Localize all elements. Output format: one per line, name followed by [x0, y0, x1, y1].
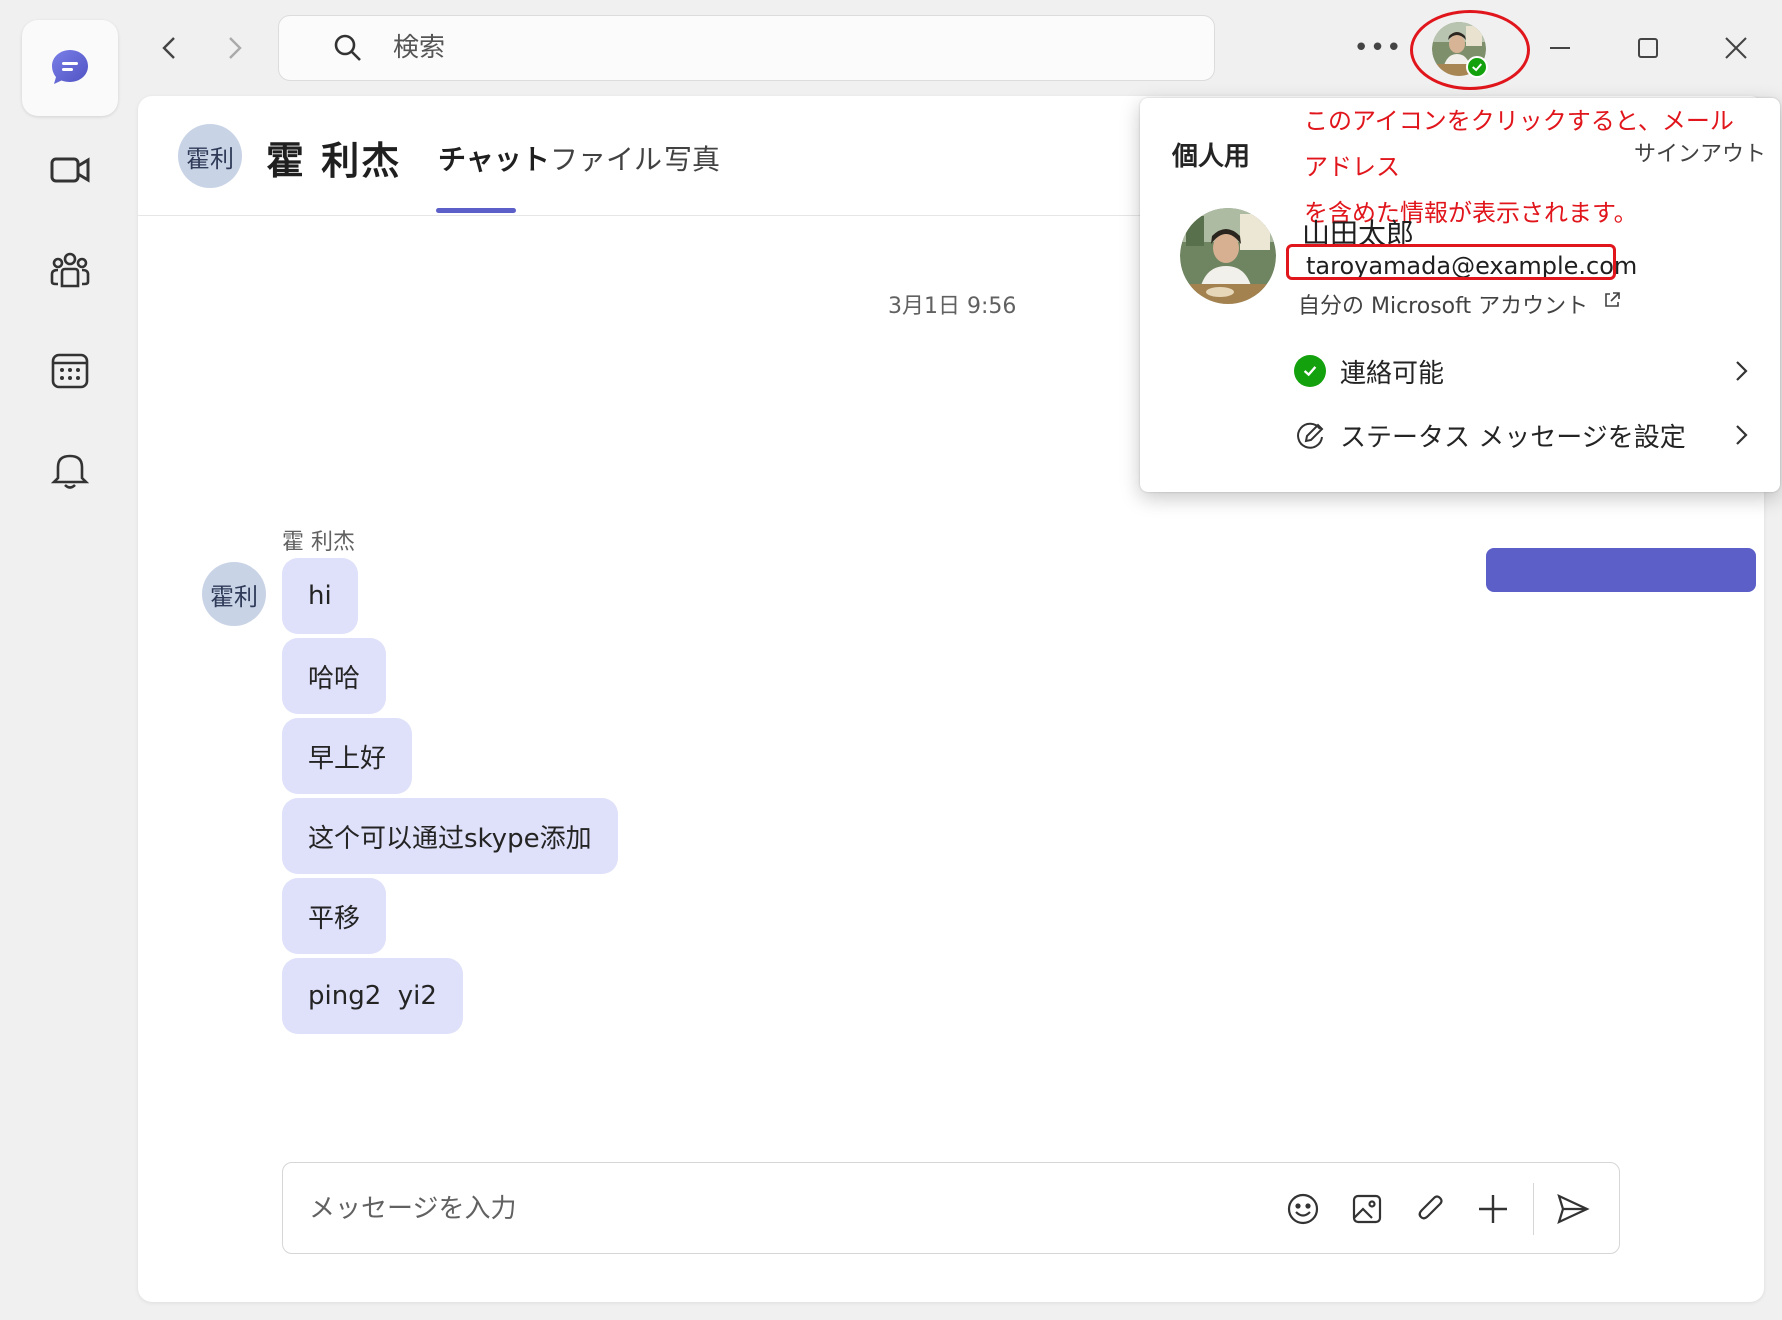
video-meet-button[interactable] — [22, 122, 118, 218]
message-bubble[interactable]: hi — [282, 558, 358, 634]
presence-status-row[interactable]: 連絡可能 — [1294, 346, 1754, 396]
ellipsis-icon: ••• — [1353, 33, 1403, 63]
tab-files[interactable]: ファイル — [550, 138, 662, 178]
chevron-right-icon — [1736, 361, 1748, 381]
message-sender-name: 霍 利杰 — [282, 530, 355, 555]
search-input[interactable] — [393, 33, 1093, 63]
people-group-icon — [50, 252, 90, 288]
profile-photo-large[interactable] — [1180, 208, 1276, 304]
chat-bubble-icon — [52, 50, 88, 84]
annotation-ellipse — [1410, 10, 1530, 90]
message-timestamp: 3月1日 9:56 — [888, 294, 1017, 319]
community-button[interactable] — [22, 222, 118, 318]
teams-window: ••• 霍利 霍 利杰 チャット — [0, 0, 1782, 1320]
chat-app-button[interactable] — [22, 20, 118, 116]
add-button[interactable] — [1473, 1189, 1513, 1229]
minimize-button[interactable] — [1540, 28, 1580, 68]
image-icon — [1352, 1194, 1382, 1224]
send-button[interactable] — [1553, 1189, 1593, 1229]
close-icon — [1725, 37, 1747, 59]
sender-avatar[interactable]: 霍利 — [202, 562, 266, 626]
send-icon — [1557, 1193, 1590, 1225]
calendar-icon — [51, 353, 89, 389]
close-button[interactable] — [1716, 28, 1756, 68]
contact-avatar[interactable]: 霍利 — [178, 124, 242, 188]
chevron-left-icon — [162, 37, 175, 59]
maximize-icon — [1638, 38, 1658, 58]
search-bar[interactable] — [278, 15, 1215, 81]
notifications-button[interactable] — [22, 422, 118, 518]
active-tab-indicator — [436, 208, 516, 213]
tab-chat[interactable]: チャット — [438, 138, 550, 178]
contact-name: 霍 利杰 — [266, 139, 402, 183]
calendar-button[interactable] — [22, 322, 118, 418]
video-camera-icon — [50, 157, 90, 183]
profile-flyout: 個人用 このアイコンをクリックすると、メールアドレス を含めた情報が表示されます… — [1140, 98, 1780, 492]
microsoft-account-link[interactable]: 自分の Microsoft アカウント — [1298, 288, 1622, 320]
signout-link[interactable]: サインアウト — [1634, 136, 1766, 168]
account-type-label: 個人用 — [1172, 142, 1251, 172]
presence-status-label: 連絡可能 — [1340, 358, 1445, 389]
back-button[interactable] — [152, 30, 188, 66]
paperclip-icon — [1418, 1195, 1443, 1220]
more-options-button[interactable]: ••• — [1354, 30, 1402, 66]
message-compose-box — [282, 1162, 1620, 1254]
microsoft-account-label: 自分の Microsoft アカウント — [1298, 294, 1589, 319]
annotation-email-box — [1286, 244, 1616, 280]
forward-button[interactable] — [216, 30, 252, 66]
message-bubble[interactable]: 这个可以通过skype添加 — [282, 798, 618, 874]
compose-divider — [1533, 1183, 1534, 1235]
status-message-row[interactable]: ステータス メッセージを設定 — [1294, 410, 1754, 460]
message-input[interactable] — [309, 1185, 1209, 1233]
maximize-button[interactable] — [1628, 28, 1668, 68]
emoji-button[interactable] — [1283, 1189, 1323, 1229]
status-message-label: ステータス メッセージを設定 — [1340, 422, 1686, 453]
pencil-circle-icon — [1297, 422, 1324, 449]
message-bubble[interactable]: 早上好 — [282, 718, 413, 794]
external-link-icon — [1605, 292, 1620, 307]
search-icon — [334, 34, 361, 61]
message-bubble[interactable]: ping2 yi2 — [282, 958, 463, 1034]
chevron-right-icon — [229, 37, 242, 59]
partially-hidden-button — [1486, 548, 1756, 592]
emoji-icon — [1287, 1193, 1319, 1225]
tab-photos[interactable]: 写真 — [664, 138, 720, 178]
available-check-icon — [1294, 355, 1326, 387]
bell-icon — [50, 454, 90, 489]
plus-icon — [1479, 1195, 1507, 1223]
message-bubble[interactable]: 哈哈 — [282, 638, 387, 714]
minimize-icon — [1550, 47, 1570, 49]
app-rail — [0, 0, 138, 1320]
image-button[interactable] — [1347, 1189, 1387, 1229]
attach-button[interactable] — [1411, 1189, 1451, 1229]
message-bubble[interactable]: 平移 — [282, 878, 387, 954]
chevron-right-icon — [1736, 425, 1748, 445]
